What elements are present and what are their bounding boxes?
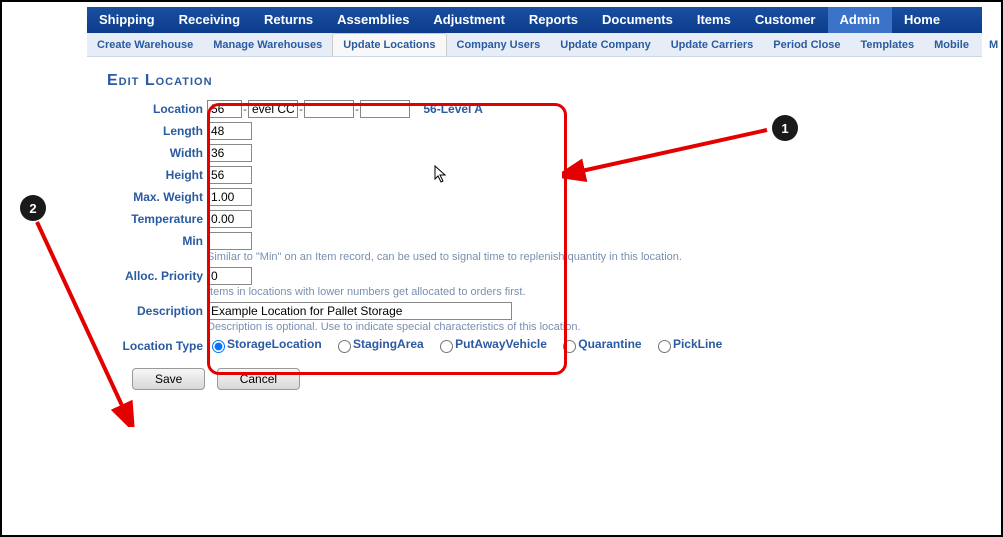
subnav-templates[interactable]: Templates [851, 34, 925, 56]
label-description: Description [87, 302, 207, 318]
annotation-badge-2: 2 [20, 195, 46, 221]
width-input[interactable] [207, 144, 252, 162]
height-input[interactable] [207, 166, 252, 184]
subnav-update-locations[interactable]: Update Locations [332, 33, 446, 56]
page-title: Edit Location [107, 72, 1001, 90]
location-input-1[interactable] [207, 100, 242, 118]
app-window: Shipping Receiving Returns Assemblies Ad… [0, 0, 1003, 537]
nav-admin[interactable]: Admin [828, 7, 892, 33]
radio-staging[interactable]: StagingArea [333, 337, 424, 351]
radio-putaway[interactable]: PutAwayVehicle [435, 337, 547, 351]
subnav-update-carriers[interactable]: Update Carriers [661, 34, 764, 56]
subnav-update-company[interactable]: Update Company [550, 34, 660, 56]
nav-documents[interactable]: Documents [590, 7, 685, 33]
subnav-create-warehouse[interactable]: Create Warehouse [87, 34, 203, 56]
nav-adjustment[interactable]: Adjustment [421, 7, 517, 33]
label-height: Height [87, 166, 207, 182]
temperature-input[interactable] [207, 210, 252, 228]
location-display: 56-Level A [423, 102, 483, 116]
nav-customer[interactable]: Customer [743, 7, 828, 33]
label-max-weight: Max. Weight [87, 188, 207, 204]
length-input[interactable] [207, 122, 252, 140]
description-input[interactable] [207, 302, 512, 320]
nav-receiving[interactable]: Receiving [167, 7, 252, 33]
hint-min: Similar to "Min" on an Item record, can … [207, 251, 1001, 263]
subnav-m[interactable]: M [979, 34, 1003, 56]
subnav-period-close[interactable]: Period Close [763, 34, 850, 56]
nav-returns[interactable]: Returns [252, 7, 325, 33]
subnav-manage-warehouses[interactable]: Manage Warehouses [203, 34, 332, 56]
radio-storage[interactable]: StorageLocation [207, 337, 322, 351]
nav-shipping[interactable]: Shipping [87, 7, 167, 33]
label-alloc-priority: Alloc. Priority [87, 267, 207, 283]
label-width: Width [87, 144, 207, 160]
label-temperature: Temperature [87, 210, 207, 226]
label-location: Location [87, 100, 207, 116]
label-length: Length [87, 122, 207, 138]
sub-nav: Create Warehouse Manage Warehouses Updat… [87, 33, 982, 57]
main-nav: Shipping Receiving Returns Assemblies Ad… [87, 7, 982, 33]
label-min: Min [87, 232, 207, 248]
min-input[interactable] [207, 232, 252, 250]
hint-desc: Description is optional. Use to indicate… [207, 321, 1001, 333]
cancel-button[interactable]: Cancel [217, 368, 300, 390]
nav-home[interactable]: Home [892, 7, 952, 33]
alloc-priority-input[interactable] [207, 267, 252, 285]
location-input-2[interactable] [248, 100, 298, 118]
label-location-type: Location Type [87, 337, 207, 353]
subnav-mobile[interactable]: Mobile [924, 34, 979, 56]
form-area: Location --- 56-Level A Length Width Hei… [87, 100, 1001, 390]
nav-reports[interactable]: Reports [517, 7, 590, 33]
subnav-company-users[interactable]: Company Users [447, 34, 551, 56]
radio-quarantine[interactable]: Quarantine [558, 337, 641, 351]
max-weight-input[interactable] [207, 188, 252, 206]
location-input-4[interactable] [360, 100, 410, 118]
radio-pickline[interactable]: PickLine [653, 337, 722, 351]
nav-items[interactable]: Items [685, 7, 743, 33]
hint-alloc: Items in locations with lower numbers ge… [207, 286, 1001, 298]
location-input-3[interactable] [304, 100, 354, 118]
save-button[interactable]: Save [132, 368, 205, 390]
nav-assemblies[interactable]: Assemblies [325, 7, 421, 33]
